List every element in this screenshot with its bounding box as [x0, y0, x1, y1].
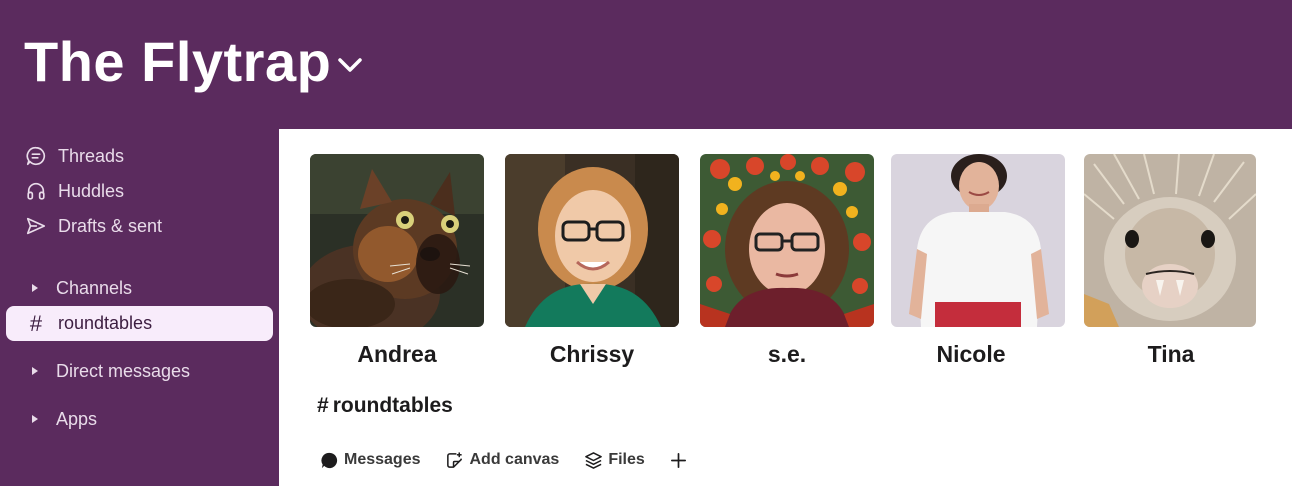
- member-avatar-nicole[interactable]: [891, 154, 1065, 327]
- message-bubble-icon: [319, 450, 339, 470]
- member-avatar-andrea[interactable]: [310, 154, 484, 327]
- sidebar-section-label: Direct messages: [56, 360, 191, 381]
- workspace-switcher[interactable]: The Flytrap: [24, 30, 365, 94]
- sidebar-item-threads[interactable]: Threads: [6, 139, 273, 173]
- member-name: Andrea: [357, 341, 437, 367]
- sidebar-item-drafts-sent[interactable]: Drafts & sent: [6, 209, 273, 243]
- sidebar-item-label: Huddles: [58, 180, 125, 201]
- send-icon: [22, 212, 50, 240]
- canvas-icon: [445, 450, 465, 470]
- sidebar-item-huddles[interactable]: Huddles: [6, 174, 273, 208]
- tab-messages[interactable]: Messages: [319, 450, 421, 470]
- tab-label: Files: [608, 451, 645, 468]
- channel-title[interactable]: # roundtables: [317, 394, 453, 418]
- channel-hash-icon: #: [317, 394, 329, 417]
- channel-hash-icon: #: [29, 310, 43, 336]
- add-tab-button[interactable]: [669, 450, 694, 470]
- sidebar-section-channels[interactable]: Channels: [6, 271, 273, 305]
- headphones-icon: [22, 177, 50, 205]
- tab-label: Add canvas: [469, 451, 560, 468]
- files-stack-icon: [583, 450, 603, 470]
- workspace-name: The Flytrap: [24, 30, 332, 93]
- sidebar-section-direct-messages[interactable]: Direct messages: [6, 354, 273, 388]
- caret-right-icon: [28, 405, 42, 433]
- sidebar-item-label: Threads: [58, 145, 125, 166]
- tab-add-canvas[interactable]: Add canvas: [445, 450, 560, 470]
- member-name: Tina: [1147, 341, 1195, 367]
- channel-name: roundtables: [332, 394, 453, 417]
- plus-icon: [669, 450, 689, 470]
- sidebar: Threads Huddles Drafts & sent Channels #…: [0, 129, 279, 486]
- sidebar-section-apps[interactable]: Apps: [6, 402, 273, 436]
- caret-right-icon: [28, 357, 42, 385]
- chevron-down-icon: [335, 50, 365, 80]
- tab-files[interactable]: Files: [583, 450, 645, 470]
- workspace-header: The Flytrap: [0, 0, 1292, 129]
- member-avatar-chrissy[interactable]: [505, 154, 679, 327]
- sidebar-section-label: Apps: [56, 408, 98, 429]
- member-avatar-se[interactable]: [700, 154, 874, 327]
- member-avatar-tina[interactable]: [1084, 154, 1256, 327]
- channel-tabs: Messages Add canvas Files: [319, 447, 718, 473]
- member-name: s.e.: [767, 341, 807, 367]
- sidebar-item-label: roundtables: [58, 313, 153, 333]
- caret-right-icon: [28, 274, 42, 302]
- channel-main: Andrea Chrissy s.e. Nicole Tina # roundt…: [279, 129, 1292, 486]
- sidebar-item-label: Drafts & sent: [58, 215, 163, 236]
- member-name: Nicole: [936, 341, 1006, 367]
- threads-icon: [22, 142, 50, 170]
- tab-label: Messages: [344, 451, 421, 468]
- member-name: Chrissy: [549, 341, 635, 367]
- sidebar-item-roundtables[interactable]: # roundtables: [6, 306, 273, 341]
- sidebar-section-label: Channels: [56, 277, 133, 298]
